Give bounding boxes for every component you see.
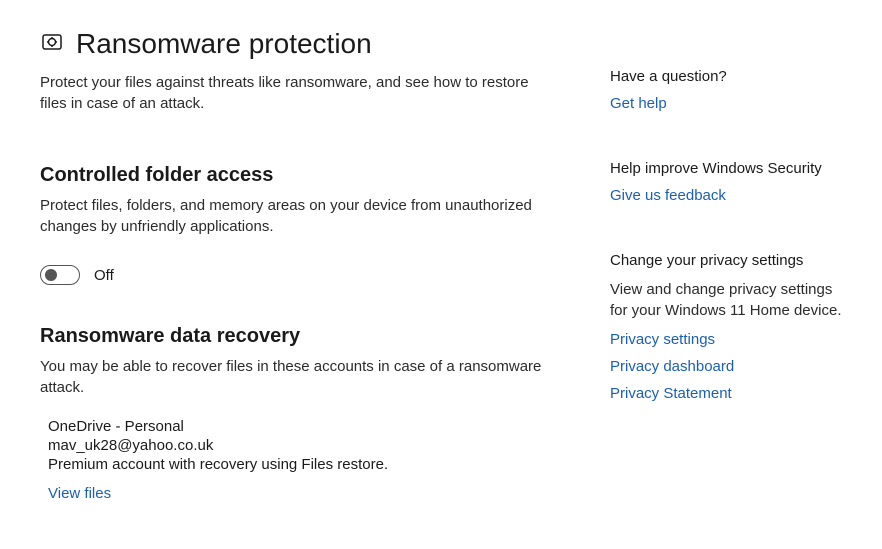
- improve-heading: Help improve Windows Security: [610, 160, 846, 177]
- controlled-folder-toggle[interactable]: [40, 265, 80, 285]
- privacy-settings-link[interactable]: Privacy settings: [610, 331, 846, 348]
- account-note: Premium account with recovery using File…: [48, 456, 550, 473]
- recovery-desc: You may be able to recover files in thes…: [40, 356, 550, 398]
- toggle-knob: [45, 269, 57, 281]
- controlled-folder-desc: Protect files, folders, and memory areas…: [40, 195, 550, 237]
- page-title: Ransomware protection: [76, 28, 372, 60]
- get-help-link[interactable]: Get help: [610, 95, 846, 112]
- intro-text: Protect your files against threats like …: [40, 72, 530, 114]
- view-files-link[interactable]: View files: [48, 485, 550, 502]
- question-heading: Have a question?: [610, 68, 846, 85]
- toggle-state-label: Off: [94, 267, 114, 284]
- privacy-statement-link[interactable]: Privacy Statement: [610, 385, 846, 402]
- privacy-dashboard-link[interactable]: Privacy dashboard: [610, 358, 846, 375]
- ransomware-icon: [40, 30, 64, 59]
- privacy-heading: Change your privacy settings: [610, 252, 846, 269]
- recovery-heading: Ransomware data recovery: [40, 325, 550, 348]
- privacy-desc: View and change privacy settings for you…: [610, 279, 846, 321]
- feedback-link[interactable]: Give us feedback: [610, 187, 846, 204]
- controlled-folder-heading: Controlled folder access: [40, 164, 550, 187]
- account-name: OneDrive - Personal: [48, 418, 550, 435]
- account-email: mav_uk28@yahoo.co.uk: [48, 437, 550, 454]
